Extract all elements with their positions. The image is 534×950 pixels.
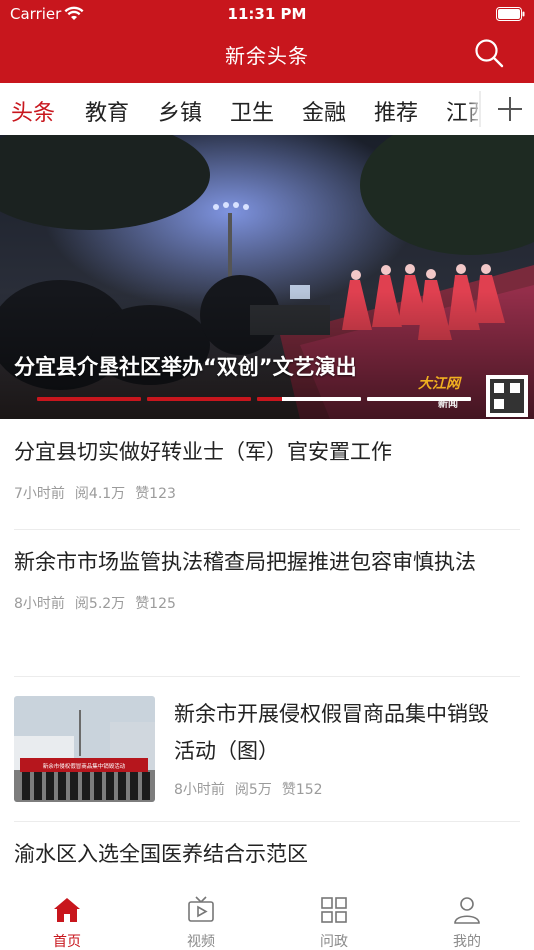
thumbnail-photo: 新余市侵权假冒商品集中销毁活动	[14, 696, 155, 802]
news-likes: 赞125	[135, 596, 176, 612]
news-meta: 7小时前 阅4.1万 赞123	[14, 483, 520, 503]
news-title: 新余市市场监管执法稽查局把握推进包容审慎执法	[14, 550, 476, 574]
tabbar-label: 问政	[320, 934, 348, 950]
tab-education[interactable]: 教育	[85, 95, 129, 127]
news-item-3[interactable]: 新余市侵权假冒商品集中销毁活动 新余市开展侵权假冒商品集中销毁活动（图） 8小时…	[14, 696, 520, 802]
news-title: 新余市开展侵权假冒商品集中销毁活动（图）	[174, 702, 489, 763]
carousel-dot-2[interactable]	[147, 397, 251, 401]
bottom-tab-bar: 首页 视频 问政 我的	[0, 883, 534, 950]
page-title: 新余头条	[225, 44, 309, 68]
search-button[interactable]	[474, 38, 504, 68]
divider	[14, 529, 520, 530]
search-icon	[475, 39, 504, 68]
carousel-dot-4[interactable]	[367, 397, 471, 401]
news-time: 7小时前	[14, 486, 65, 502]
channel-tabs: 头条 教育 乡镇 卫生 金融 推荐 江西	[0, 83, 534, 135]
person-icon	[454, 897, 480, 924]
tab-finance[interactable]: 金融	[302, 95, 346, 127]
news-item-1[interactable]: 分宜县切实做好转业士（军）官安置工作 7小时前 阅4.1万 赞123	[14, 434, 520, 503]
carousel-dot-3[interactable]	[257, 397, 361, 401]
tab-headline[interactable]: 头条	[11, 95, 55, 127]
status-time: 11:31 PM	[227, 5, 307, 23]
add-channel-button[interactable]	[478, 83, 534, 135]
battery-icon	[496, 7, 525, 21]
watermark-text: 大江网	[418, 376, 460, 392]
tabbar-inquiry[interactable]: 问政	[267, 883, 401, 950]
banner-caption: 分宜县介垦社区举办“双创”文艺演出	[14, 355, 357, 379]
news-likes: 赞123	[135, 486, 176, 502]
news-meta: 8小时前 阅5.2万 赞125	[14, 593, 520, 613]
tabbar-label: 首页	[53, 934, 81, 950]
tabbar-video[interactable]: 视频	[134, 883, 268, 950]
banner-carousel[interactable]: 分宜县介垦社区举办“双创”文艺演出 大江网 新闻	[0, 135, 534, 419]
tv-icon	[188, 896, 214, 922]
news-thumbnail: 新余市侵权假冒商品集中销毁活动	[14, 696, 155, 802]
news-meta: 8小时前 阅5万 赞152	[174, 779, 333, 799]
banner-watermark: 大江网 新闻	[418, 373, 460, 410]
tab-health[interactable]: 卫生	[230, 95, 274, 127]
news-reads: 阅5.2万	[74, 596, 126, 612]
divider	[14, 676, 520, 677]
tabbar-label: 视频	[187, 934, 215, 950]
news-likes: 赞152	[281, 782, 323, 798]
app-header: Carrier 11:31 PM 新余头条	[0, 0, 534, 83]
carousel-dot-1[interactable]	[37, 397, 141, 401]
carousel-indicator	[0, 397, 534, 403]
news-title: 分宜县切实做好转业士（军）官安置工作	[14, 440, 392, 464]
news-time: 8小时前	[14, 596, 65, 612]
news-item-2[interactable]: 新余市市场监管执法稽查局把握推进包容审慎执法 8小时前 阅5.2万 赞125	[14, 544, 520, 613]
tab-township[interactable]: 乡镇	[158, 95, 202, 127]
tab-recommend[interactable]: 推荐	[374, 95, 418, 127]
news-reads: 阅4.1万	[74, 486, 126, 502]
news-title: 渝水区入选全国医养结合示范区	[14, 842, 308, 866]
divider	[14, 821, 520, 822]
news-reads: 阅5万	[234, 782, 272, 798]
tabbar-mine[interactable]: 我的	[400, 883, 534, 950]
news-time: 8小时前	[174, 782, 225, 798]
tabbar-home[interactable]: 首页	[0, 883, 134, 950]
thumbnail-banner-text: 新余市侵权假冒商品集中销毁活动	[43, 762, 126, 770]
plus-icon	[479, 91, 522, 127]
tabbar-label: 我的	[453, 934, 481, 950]
grid-icon	[321, 897, 347, 923]
home-icon	[54, 898, 80, 922]
news-item-4[interactable]: 渝水区入选全国医养结合示范区	[14, 836, 520, 873]
status-bar: Carrier 11:31 PM	[0, 0, 534, 28]
